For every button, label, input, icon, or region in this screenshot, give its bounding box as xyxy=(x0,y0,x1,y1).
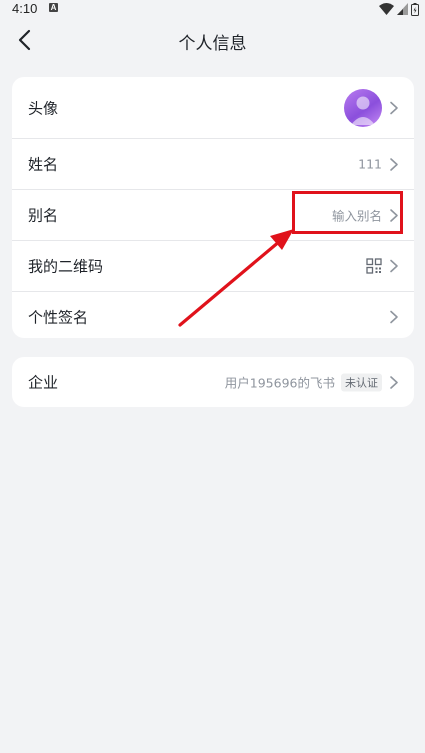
name-value: 111 xyxy=(358,156,382,172)
chevron-right-icon xyxy=(390,375,398,389)
qr-code-icon xyxy=(366,258,382,274)
app-notification-icon: A xyxy=(49,3,58,12)
signature-row[interactable]: 个性签名 xyxy=(12,292,414,338)
chevron-right-icon xyxy=(390,101,398,114)
top-nav-bar: 个人信息 xyxy=(0,18,425,62)
status-bar: 4:10 A xyxy=(0,0,425,18)
name-row[interactable]: 姓名 111 xyxy=(12,139,414,190)
status-icons xyxy=(379,2,419,16)
qr-code-label: 我的二维码 xyxy=(28,257,104,276)
chevron-right-icon xyxy=(390,310,398,324)
highlight-box xyxy=(292,191,403,234)
person-silhouette-icon xyxy=(351,96,375,125)
qr-code-row[interactable]: 我的二维码 xyxy=(12,241,414,292)
name-label: 姓名 xyxy=(28,155,59,174)
status-badge: 未认证 xyxy=(341,373,382,391)
chevron-right-icon xyxy=(390,259,398,273)
enterprise-value: 用户195696的飞书 xyxy=(224,375,335,391)
battery-icon xyxy=(411,2,419,16)
signature-label: 个性签名 xyxy=(28,308,89,327)
enterprise-card: 企业 用户195696的飞书 未认证 xyxy=(12,357,414,407)
page-title: 个人信息 xyxy=(178,34,247,54)
avatar[interactable] xyxy=(344,88,382,127)
avatar-label: 头像 xyxy=(28,99,59,117)
signal-icon xyxy=(397,3,408,15)
avatar-row[interactable]: 头像 xyxy=(12,77,414,139)
chevron-right-icon xyxy=(390,157,398,171)
enterprise-label: 企业 xyxy=(28,373,59,392)
wifi-icon xyxy=(379,3,394,15)
enterprise-row[interactable]: 企业 用户195696的飞书 未认证 xyxy=(12,357,414,407)
alias-label: 别名 xyxy=(28,206,59,225)
status-time: 4:10 xyxy=(12,1,38,16)
